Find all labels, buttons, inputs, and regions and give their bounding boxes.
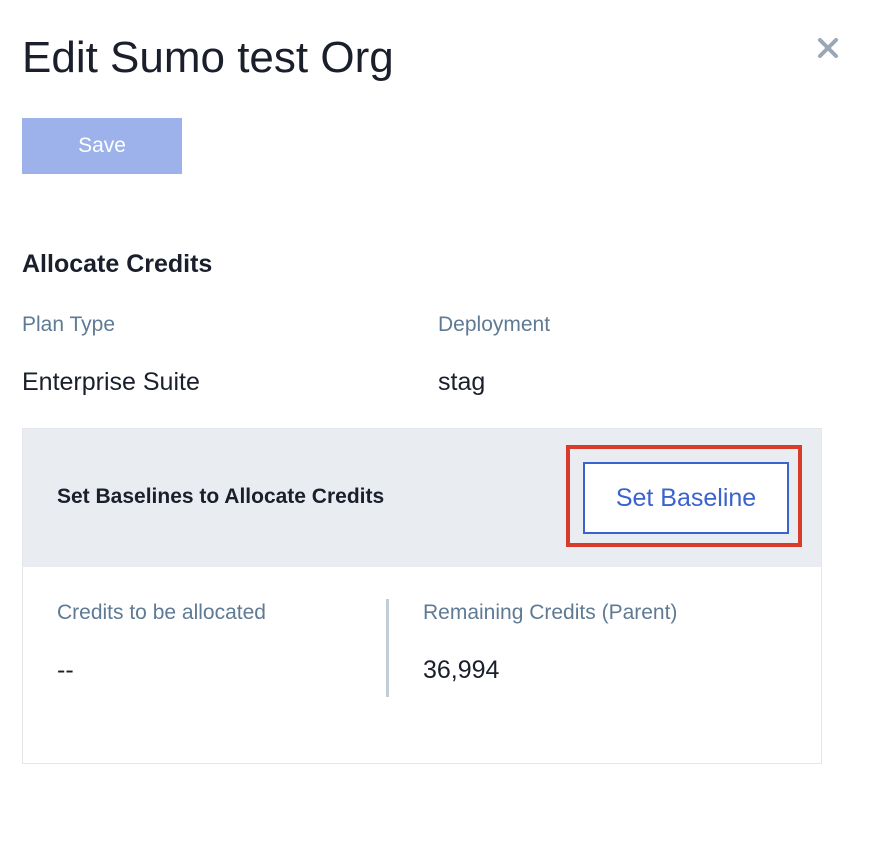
page-title: Edit Sumo test Org xyxy=(22,33,394,82)
deployment-label: Deployment xyxy=(438,313,551,336)
remaining-credits-label: Remaining Credits (Parent) xyxy=(423,601,678,624)
baseline-card-title: Set Baselines to Allocate Credits xyxy=(57,485,385,508)
credits-to-allocate-label: Credits to be allocated xyxy=(57,601,266,624)
edit-org-dialog: Edit Sumo test Org Save Allocate Credits… xyxy=(0,0,880,854)
baseline-card-header: Set Baselines to Allocate Credits Set Ba… xyxy=(23,429,821,567)
set-baseline-button[interactable]: Set Baseline xyxy=(583,462,789,534)
baseline-card: Set Baselines to Allocate Credits Set Ba… xyxy=(22,428,822,764)
section-title-allocate-credits: Allocate Credits xyxy=(22,250,213,278)
vertical-divider xyxy=(386,599,389,697)
credits-to-allocate-value: -- xyxy=(57,656,74,684)
remaining-credits-value: 36,994 xyxy=(423,656,500,684)
close-button[interactable] xyxy=(810,30,846,66)
save-button[interactable]: Save xyxy=(22,118,182,174)
plan-type-label: Plan Type xyxy=(22,313,116,336)
plan-type-value: Enterprise Suite xyxy=(22,368,200,396)
deployment-value: stag xyxy=(438,368,486,396)
close-icon xyxy=(818,38,838,58)
